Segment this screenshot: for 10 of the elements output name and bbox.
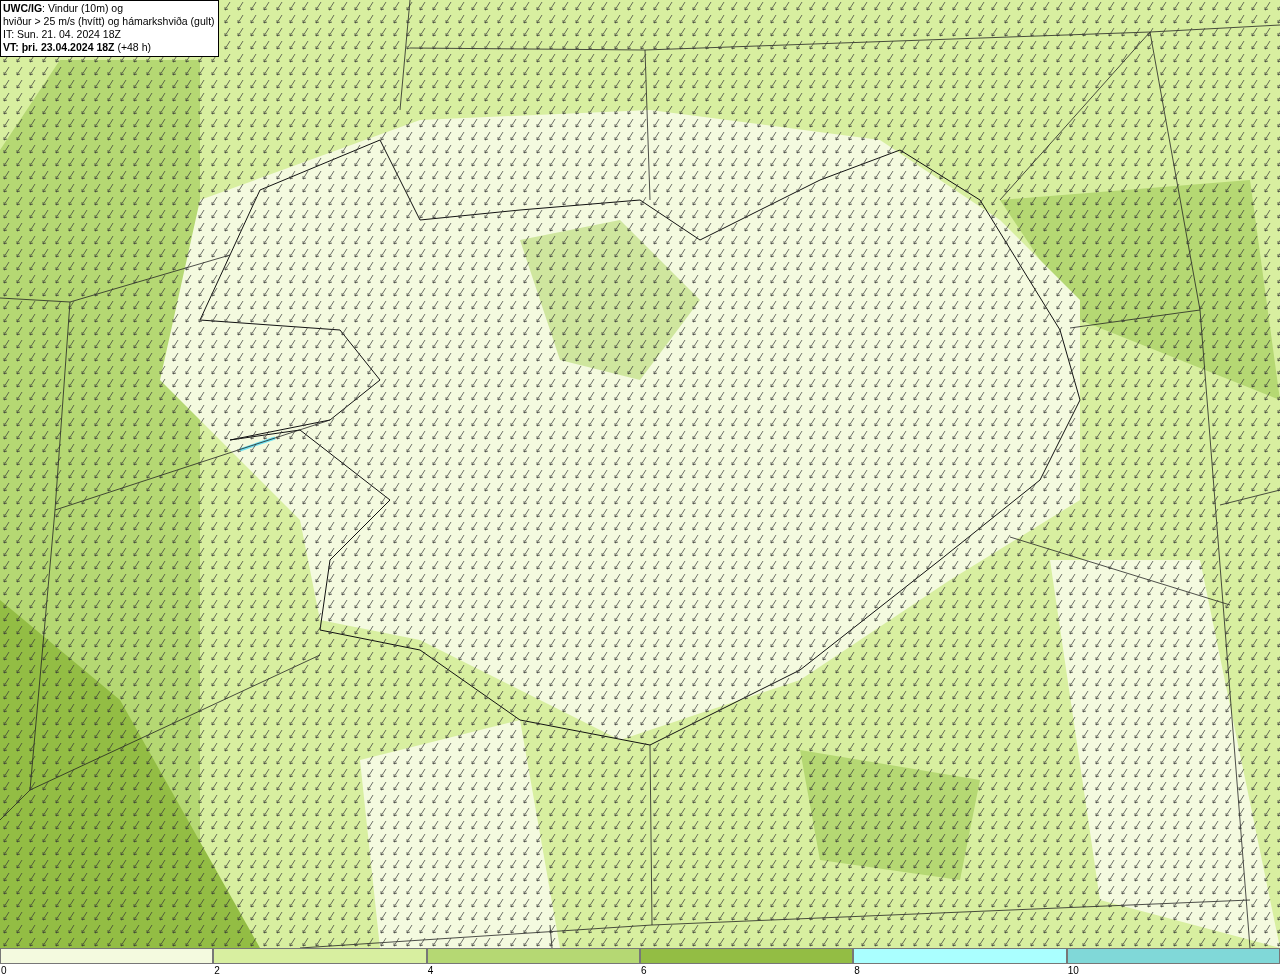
legend-label: 10 — [1067, 964, 1079, 978]
legend-label: 0 — [1, 964, 7, 978]
info-text: hviður > 25 m/s (hvítt) og hámarkshviða (gult) — [3, 15, 215, 28]
info-text: UWC/IG: Vindur (10m) og — [3, 2, 124, 15]
info-text: IT: Sun. 21. 04. 2024 18Z — [3, 28, 122, 41]
legend-label: 6 — [641, 964, 647, 978]
legend-label: 8 — [854, 964, 860, 978]
legend-label: 2 — [214, 964, 220, 978]
info-text: VT: þri. 23.04.2024 18Z (+48 h) — [3, 41, 152, 54]
legend-label: 4 — [427, 964, 434, 978]
